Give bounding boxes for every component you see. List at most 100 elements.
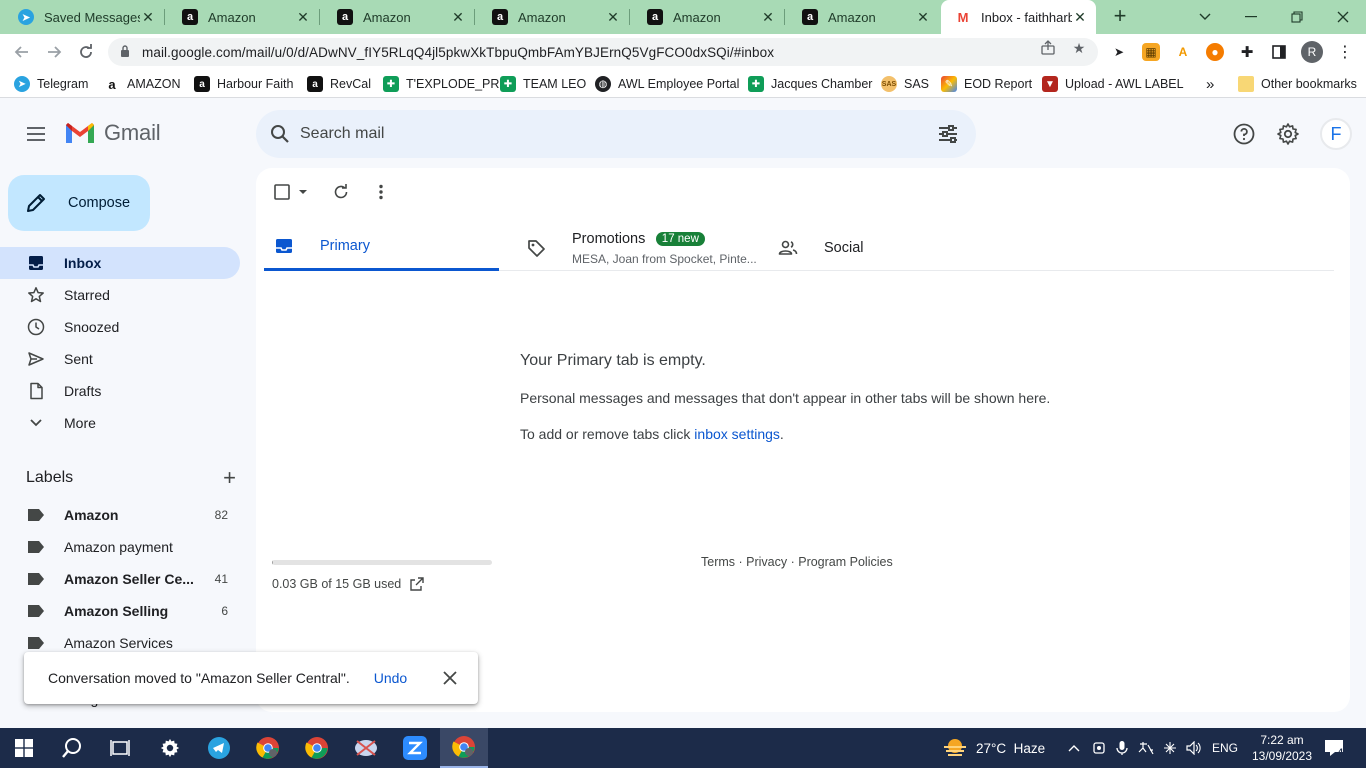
- bookmark-eod-report[interactable]: ✎ EOD Report: [941, 75, 1032, 93]
- network-icon[interactable]: [1162, 728, 1178, 768]
- minimize-icon[interactable]: [1228, 0, 1274, 34]
- close-tab-icon[interactable]: ✕: [760, 9, 776, 26]
- close-tab-icon[interactable]: ✕: [605, 9, 621, 26]
- language-indicator[interactable]: ENG: [1212, 728, 1238, 768]
- close-tab-icon[interactable]: ✕: [450, 9, 466, 26]
- bookmark-sas[interactable]: SAS SAS: [881, 75, 929, 93]
- bookmarks-overflow-icon[interactable]: »: [1206, 75, 1214, 93]
- bookmark-jacques-chamber[interactable]: ✚ Jacques Chamber: [748, 75, 872, 93]
- meet-now-icon[interactable]: [1092, 728, 1106, 768]
- task-view-icon[interactable]: [96, 728, 144, 768]
- lock-icon[interactable]: [108, 44, 142, 60]
- bookmark-revcal[interactable]: a RevCal: [307, 75, 371, 93]
- more-options-icon[interactable]: [378, 182, 384, 202]
- settings-gear-icon[interactable]: [1276, 122, 1300, 146]
- forward-arrow-icon[interactable]: [42, 40, 66, 64]
- program-policies-link[interactable]: Program Policies: [798, 555, 892, 569]
- compose-button[interactable]: Compose: [8, 175, 150, 231]
- microphone-icon[interactable]: [1116, 728, 1128, 768]
- bookmark-texplode[interactable]: ✚ T'EXPLODE_PR: [383, 75, 499, 93]
- chrome-app-icon-active[interactable]: [440, 728, 488, 768]
- extensions-puzzle-icon[interactable]: ✚: [1238, 43, 1256, 61]
- new-tab-icon[interactable]: +: [1108, 5, 1132, 29]
- tab-social[interactable]: Social: [768, 224, 1003, 271]
- sidebar-item-starred[interactable]: Starred: [0, 279, 240, 311]
- windows-start-icon[interactable]: [0, 728, 48, 768]
- sidebar-item-drafts[interactable]: Drafts: [0, 375, 240, 407]
- restore-icon[interactable]: [1274, 0, 1320, 34]
- bookmark-team-leo[interactable]: ✚ TEAM LEO: [500, 75, 586, 93]
- sidebar-item-snoozed[interactable]: Snoozed: [0, 311, 240, 343]
- help-icon[interactable]: [1232, 122, 1256, 146]
- settings-app-icon[interactable]: [146, 728, 194, 768]
- browser-tab-saved-messages[interactable]: ➤ Saved Messages ✕: [0, 0, 164, 34]
- side-panel-icon[interactable]: [1270, 43, 1288, 61]
- address-bar[interactable]: mail.google.com/mail/u/0/d/ADwNV_fIY5RLq…: [108, 38, 1098, 66]
- back-arrow-icon[interactable]: [10, 40, 34, 64]
- account-avatar[interactable]: F: [1320, 118, 1352, 150]
- label-item-amazon-selling[interactable]: Amazon Selling 6: [0, 595, 240, 627]
- main-menu-icon[interactable]: [24, 124, 48, 144]
- extension-honey-icon[interactable]: ▦: [1142, 43, 1160, 61]
- extension-circle-icon[interactable]: ●: [1206, 43, 1224, 61]
- close-tab-icon[interactable]: ✕: [295, 9, 311, 26]
- telegram-app-icon[interactable]: [195, 728, 243, 768]
- sidebar-item-sent[interactable]: Sent: [0, 343, 240, 375]
- extension-arrow-icon[interactable]: ➤: [1110, 43, 1128, 61]
- windows-search-icon[interactable]: [48, 728, 96, 768]
- label-item-amazon-seller-central[interactable]: Amazon Seller Ce... 41: [0, 563, 240, 595]
- browser-menu-icon[interactable]: ⋮: [1336, 43, 1354, 61]
- refresh-icon[interactable]: [333, 182, 349, 202]
- chevron-down-icon[interactable]: [298, 189, 308, 195]
- close-tab-icon[interactable]: ✕: [915, 9, 931, 26]
- bookmark-upload-awl[interactable]: ▼ Upload - AWL LABEL: [1042, 75, 1184, 93]
- select-all-checkbox[interactable]: [274, 182, 308, 202]
- browser-tab-gmail-inbox[interactable]: M Inbox - faithharb ✕: [941, 0, 1096, 34]
- sidebar-item-inbox[interactable]: Inbox: [0, 247, 240, 279]
- close-window-icon[interactable]: [1320, 0, 1366, 34]
- clock[interactable]: 7:22 am 13/09/2023: [1252, 728, 1312, 768]
- privacy-link[interactable]: Privacy: [746, 555, 787, 569]
- bookmark-amazon[interactable]: a AMAZON: [104, 75, 180, 93]
- undo-button[interactable]: Undo: [374, 670, 407, 686]
- extension-mixed-icon[interactable]: A: [1174, 43, 1192, 61]
- search-input[interactable]: [300, 120, 900, 148]
- tab-promotions[interactable]: Promotions 17 new MESA, Joan from Spocke…: [516, 224, 776, 271]
- bookmark-awl-portal[interactable]: ◍ AWL Employee Portal: [595, 75, 739, 93]
- add-label-icon[interactable]: +: [223, 467, 236, 489]
- search-icon[interactable]: [268, 122, 292, 146]
- bookmark-telegram[interactable]: ➤ Telegram: [14, 75, 88, 93]
- bookmark-star-icon[interactable]: ★: [1071, 40, 1087, 56]
- ime-icon[interactable]: [1138, 728, 1154, 768]
- close-tab-icon[interactable]: ✕: [140, 9, 156, 26]
- browser-tab-amazon-4[interactable]: a Amazon ✕: [629, 0, 784, 34]
- close-icon[interactable]: [440, 668, 460, 688]
- terms-link[interactable]: Terms: [701, 555, 735, 569]
- other-bookmarks[interactable]: Other bookmarks: [1238, 75, 1357, 93]
- chrome-app-icon-2[interactable]: [293, 728, 341, 768]
- tray-overflow-icon[interactable]: [1068, 728, 1080, 768]
- browser-tab-amazon-2[interactable]: a Amazon ✕: [319, 0, 474, 34]
- close-tab-icon[interactable]: ✕: [1072, 9, 1088, 26]
- browser-tab-amazon-3[interactable]: a Amazon ✕: [474, 0, 629, 34]
- label-item-amazon[interactable]: Amazon 82: [0, 499, 240, 531]
- browser-tab-amazon-1[interactable]: a Amazon ✕: [164, 0, 319, 34]
- sidebar-item-more[interactable]: More: [0, 407, 240, 439]
- reload-icon[interactable]: [74, 40, 98, 64]
- browser-tab-amazon-5[interactable]: a Amazon ✕: [784, 0, 939, 34]
- weather-widget[interactable]: 27°C Haze: [942, 728, 1045, 768]
- bookmark-harbour-faith[interactable]: a Harbour Faith: [194, 75, 293, 93]
- notifications-icon[interactable]: 4: [1324, 728, 1344, 768]
- open-external-icon[interactable]: [410, 577, 424, 591]
- volume-icon[interactable]: [1186, 728, 1202, 768]
- inbox-settings-link[interactable]: inbox settings: [694, 426, 780, 442]
- tab-primary[interactable]: Primary: [264, 224, 499, 271]
- tab-search-icon[interactable]: [1182, 0, 1228, 34]
- label-item-amazon-payment[interactable]: Amazon payment: [0, 531, 240, 563]
- search-filter-icon[interactable]: [936, 122, 960, 146]
- gmail-logo[interactable]: Gmail: [64, 120, 161, 146]
- share-icon[interactable]: [1040, 40, 1056, 56]
- zoom-app-icon[interactable]: [391, 728, 439, 768]
- snipping-tool-icon[interactable]: [342, 728, 390, 768]
- profile-avatar[interactable]: R: [1301, 41, 1323, 63]
